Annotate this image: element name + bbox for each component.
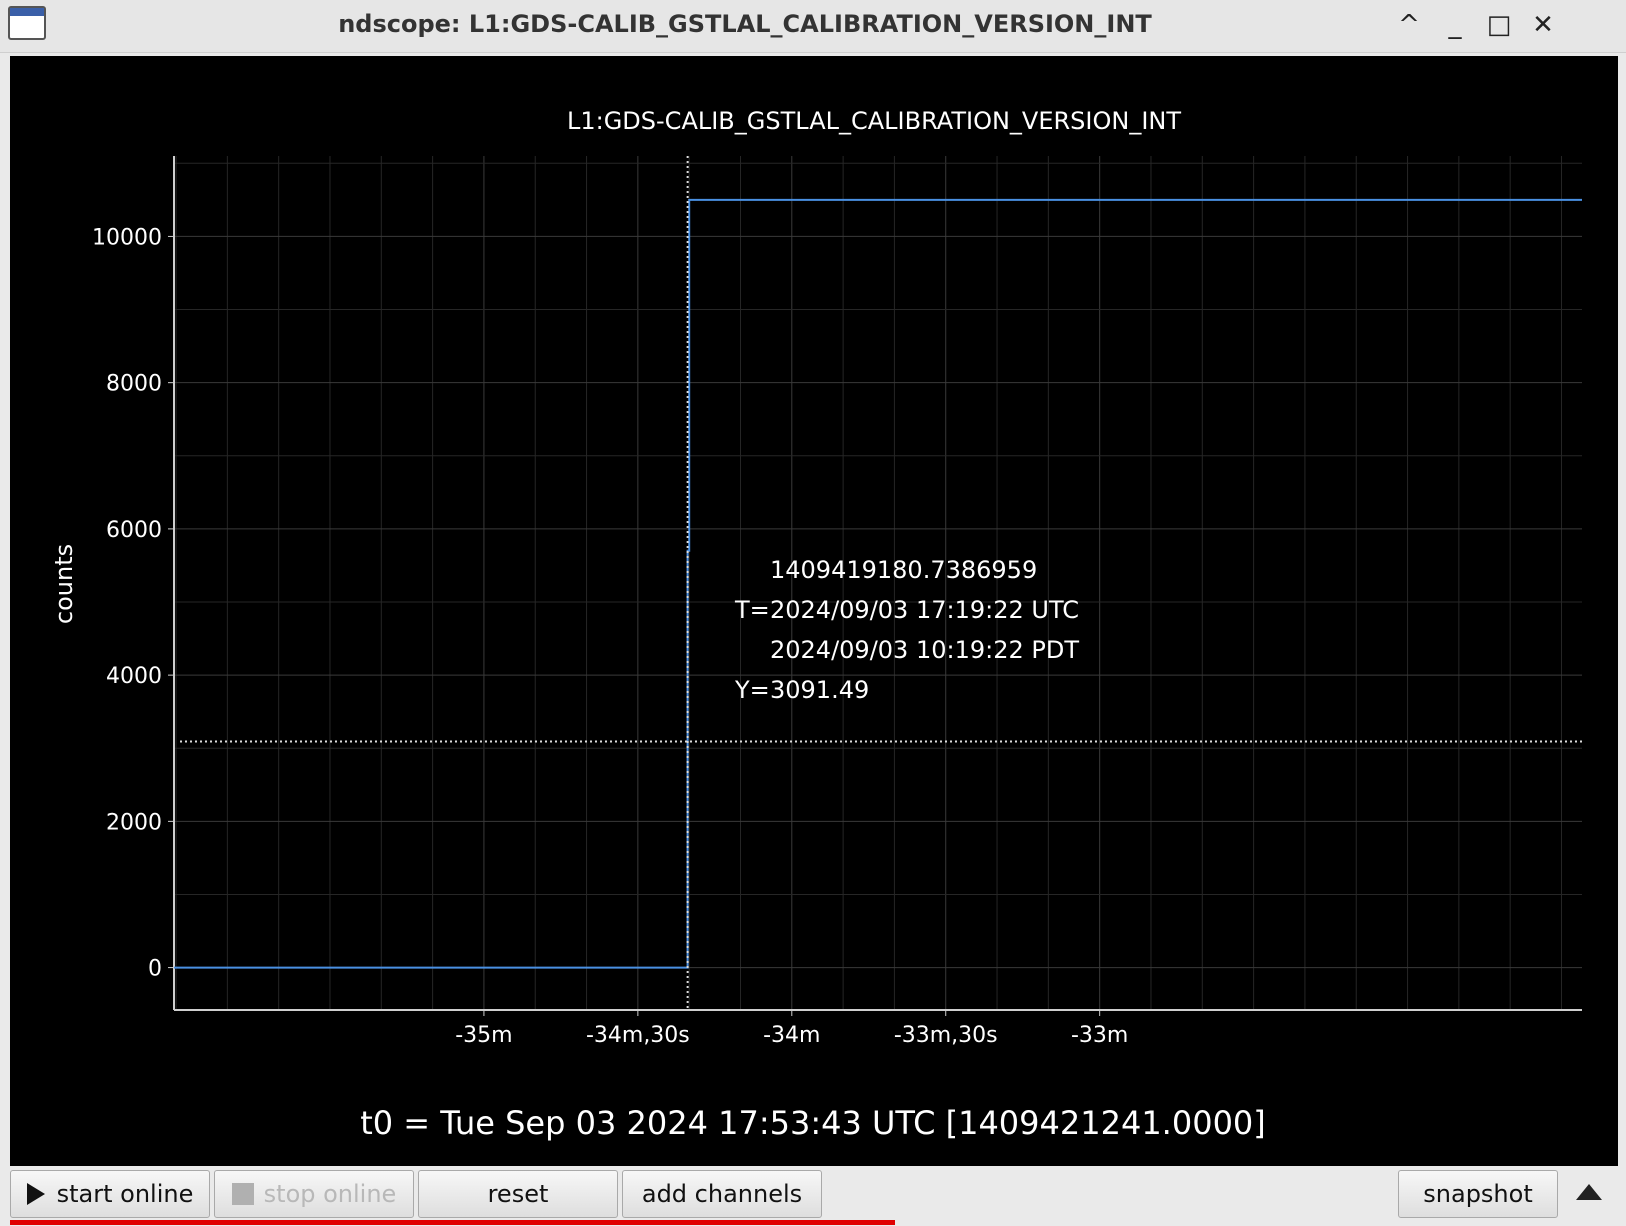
maximize-icon[interactable]: □ bbox=[1484, 10, 1514, 40]
chart-title: L1:GDS-CALIB_GSTLAL_CALIBRATION_VERSION_… bbox=[567, 107, 1181, 135]
cursor-t-label: T= bbox=[734, 596, 770, 624]
x-tick-label: -35m bbox=[455, 1023, 512, 1048]
start-online-label: start online bbox=[56, 1180, 194, 1208]
y-tick-label: 2000 bbox=[106, 810, 162, 835]
close-icon[interactable]: ✕ bbox=[1528, 10, 1558, 40]
x-tick-label: -34m bbox=[763, 1023, 820, 1048]
y-tick-label: 10000 bbox=[92, 225, 162, 250]
reset-button[interactable]: reset bbox=[418, 1170, 618, 1218]
window-title: ndscope: L1:GDS-CALIB_GSTLAL_CALIBRATION… bbox=[338, 10, 1152, 38]
x-tick-label: -33m bbox=[1071, 1023, 1128, 1048]
t0-label: t0 = Tue Sep 03 2024 17:53:43 UTC [14094… bbox=[360, 1104, 1266, 1142]
chart-svg[interactable]: -35m -34m,30s -34m -33m,30s -33m 0 2000 4000 60… bbox=[10, 56, 1618, 1106]
progress-underline bbox=[10, 1220, 895, 1225]
y-tick-label: 8000 bbox=[106, 372, 162, 397]
bottom-toolbar: start online stop online reset add chann… bbox=[0, 1166, 1626, 1220]
play-icon bbox=[26, 1183, 45, 1205]
cursor-readout: 1409419180.7386959 T= 2024/09/03 17:19:2… bbox=[734, 556, 1079, 704]
x-tick-label: -33m,30s bbox=[894, 1023, 998, 1048]
x-tick-labels: -35m -34m,30s -34m -33m,30s -33m bbox=[455, 1010, 1128, 1048]
cursor-gps: 1409419180.7386959 bbox=[770, 556, 1037, 584]
snapshot-button[interactable]: snapshot bbox=[1398, 1170, 1558, 1218]
expand-up-icon[interactable] bbox=[1576, 1184, 1602, 1200]
add-channels-button[interactable]: add channels bbox=[622, 1170, 822, 1218]
cursor-y-value: 3091.49 bbox=[770, 676, 869, 704]
minimize-icon[interactable]: _ bbox=[1440, 10, 1470, 40]
stop-online-label: stop online bbox=[263, 1180, 397, 1208]
title-bar: ndscope: L1:GDS-CALIB_GSTLAL_CALIBRATION… bbox=[0, 0, 1626, 53]
plot-area[interactable]: -35m -34m,30s -34m -33m,30s -33m 0 2000 4000 60… bbox=[10, 56, 1618, 1166]
cursor-y-label: Y= bbox=[734, 676, 770, 704]
start-online-button[interactable]: start online bbox=[10, 1170, 210, 1218]
cursor-pdt: 2024/09/03 10:19:22 PDT bbox=[770, 636, 1079, 664]
x-tick-label: -34m,30s bbox=[586, 1023, 690, 1048]
shade-up-icon[interactable]: ^ bbox=[1394, 10, 1424, 40]
y-tick-labels: 0 2000 4000 6000 8000 10000 bbox=[92, 225, 174, 982]
y-tick-label: 6000 bbox=[106, 518, 162, 543]
y-tick-label: 0 bbox=[148, 957, 162, 982]
y-axis-label: counts bbox=[50, 544, 78, 624]
stop-icon bbox=[231, 1183, 254, 1205]
stop-online-button[interactable]: stop online bbox=[214, 1170, 414, 1218]
cursor-utc: 2024/09/03 17:19:22 UTC bbox=[770, 596, 1079, 624]
y-tick-label: 4000 bbox=[106, 664, 162, 689]
